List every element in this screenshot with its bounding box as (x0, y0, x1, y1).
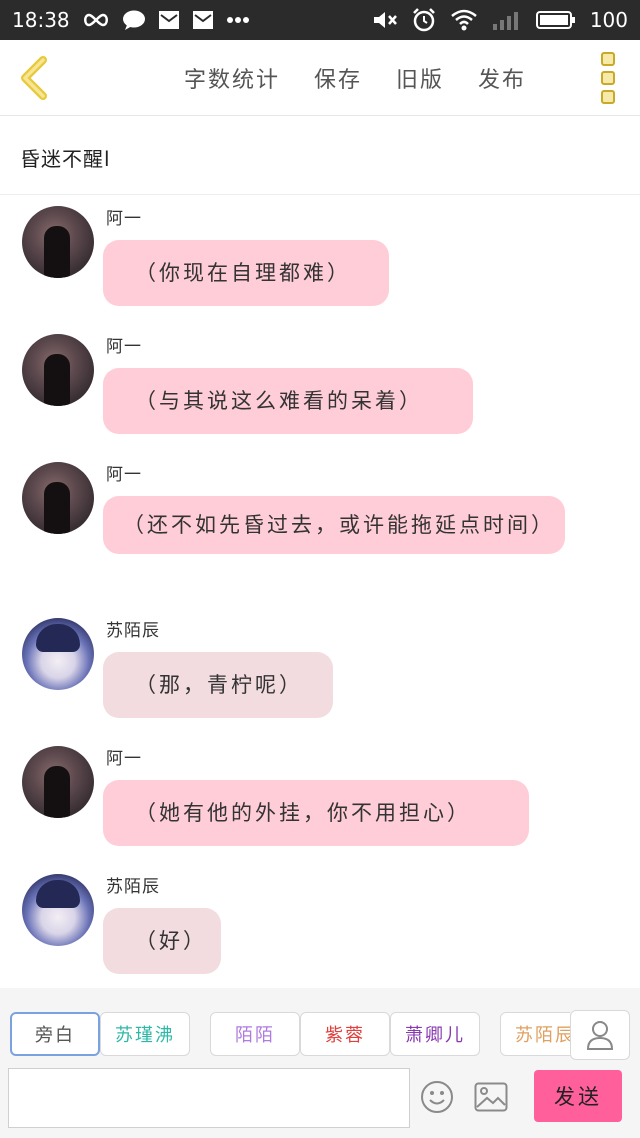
status-time: 18:38 (12, 8, 70, 32)
role-label: 萧卿儿 (405, 1025, 465, 1046)
old-version-button[interactable]: 旧版 (396, 62, 444, 94)
toolbar-actions: 字数统计 保存 旧版 发布 (184, 62, 526, 94)
sender-name: 苏陌辰 (106, 877, 160, 897)
role-label: 旁白 (35, 1025, 75, 1046)
send-button[interactable]: 发送 (534, 1070, 622, 1122)
publish-button[interactable]: 发布 (478, 62, 526, 94)
chevron-left-icon (21, 56, 47, 100)
back-button[interactable] (12, 54, 56, 102)
avatar[interactable] (22, 334, 94, 406)
sender-name: 阿一 (106, 465, 142, 485)
avatar[interactable] (22, 618, 94, 690)
chat-bubble-icon (122, 9, 146, 31)
role-chip[interactable]: 萧卿儿 (390, 1012, 480, 1056)
story-title-row[interactable]: 昏迷不醒l (0, 117, 640, 195)
mute-icon (372, 10, 398, 30)
message-bubble[interactable]: （好） (103, 908, 221, 974)
menu-square-icon (601, 90, 615, 104)
sender-name: 苏陌辰 (106, 621, 160, 641)
role-chip[interactable]: 苏瑾沸 (100, 1012, 190, 1056)
avatar[interactable] (22, 206, 94, 278)
message-bubble[interactable]: （还不如先昏过去，或许能拖延点时间） (103, 496, 565, 554)
story-title: 昏迷不醒l (20, 147, 111, 171)
role-label: 苏瑾沸 (115, 1025, 175, 1046)
role-label: 紫蓉 (325, 1025, 365, 1046)
message-bubble[interactable]: （你现在自理都难） (103, 240, 389, 306)
more-menu-button[interactable] (596, 52, 620, 104)
mail-icon-2 (192, 9, 214, 31)
role-selector[interactable]: 旁白 苏瑾沸 陌陌 紫蓉 萧卿儿 苏陌辰 (10, 1012, 570, 1058)
battery-icon (535, 10, 576, 30)
status-bar: 18:38 100 (0, 0, 640, 40)
compose-panel: 旁白 苏瑾沸 陌陌 紫蓉 萧卿儿 苏陌辰 发送 (0, 988, 640, 1138)
avatar[interactable] (22, 874, 94, 946)
role-label: 苏陌辰 (515, 1025, 570, 1046)
menu-square-icon (601, 71, 615, 85)
sender-name: 阿一 (106, 337, 142, 357)
message-bubble[interactable]: （她有他的外挂，你不用担心） (103, 780, 529, 846)
sender-name: 阿一 (106, 749, 142, 769)
editor-toolbar: 字数统计 保存 旧版 发布 (0, 40, 640, 116)
avatar[interactable] (22, 746, 94, 818)
message-bubble[interactable]: （那，青柠呢） (103, 652, 333, 718)
image-button[interactable] (474, 1082, 508, 1112)
role-chip[interactable]: 苏陌辰 (500, 1012, 570, 1056)
signal-icon (492, 10, 522, 30)
role-chip[interactable]: 紫蓉 (300, 1012, 390, 1056)
mail-icon (158, 9, 180, 31)
role-chip[interactable]: 陌陌 (210, 1012, 300, 1056)
infinity-icon (82, 12, 110, 28)
smiley-icon (421, 1081, 453, 1113)
battery-percent: 100 (589, 8, 628, 32)
message-bubble[interactable]: （与其说这么难看的呆着） (103, 368, 473, 434)
role-label: 陌陌 (235, 1025, 275, 1046)
message-list[interactable]: 阿一 （你现在自理都难） 阿一 （与其说这么难看的呆着） 阿一 （还不如先昏过去… (0, 196, 640, 988)
avatar[interactable] (22, 462, 94, 534)
word-count-button[interactable]: 字数统计 (184, 62, 280, 94)
role-manage-button[interactable] (570, 1010, 630, 1060)
message-input[interactable] (8, 1068, 410, 1128)
more-notifications-icon (226, 16, 250, 24)
emoji-button[interactable] (420, 1080, 454, 1114)
image-icon (474, 1082, 508, 1112)
sender-name: 阿一 (106, 209, 142, 229)
role-chip-narrator[interactable]: 旁白 (10, 1012, 100, 1056)
menu-square-icon (601, 52, 615, 66)
wifi-icon (450, 9, 478, 31)
person-icon (586, 1021, 614, 1050)
save-button[interactable]: 保存 (314, 62, 362, 94)
alarm-icon (412, 8, 436, 32)
